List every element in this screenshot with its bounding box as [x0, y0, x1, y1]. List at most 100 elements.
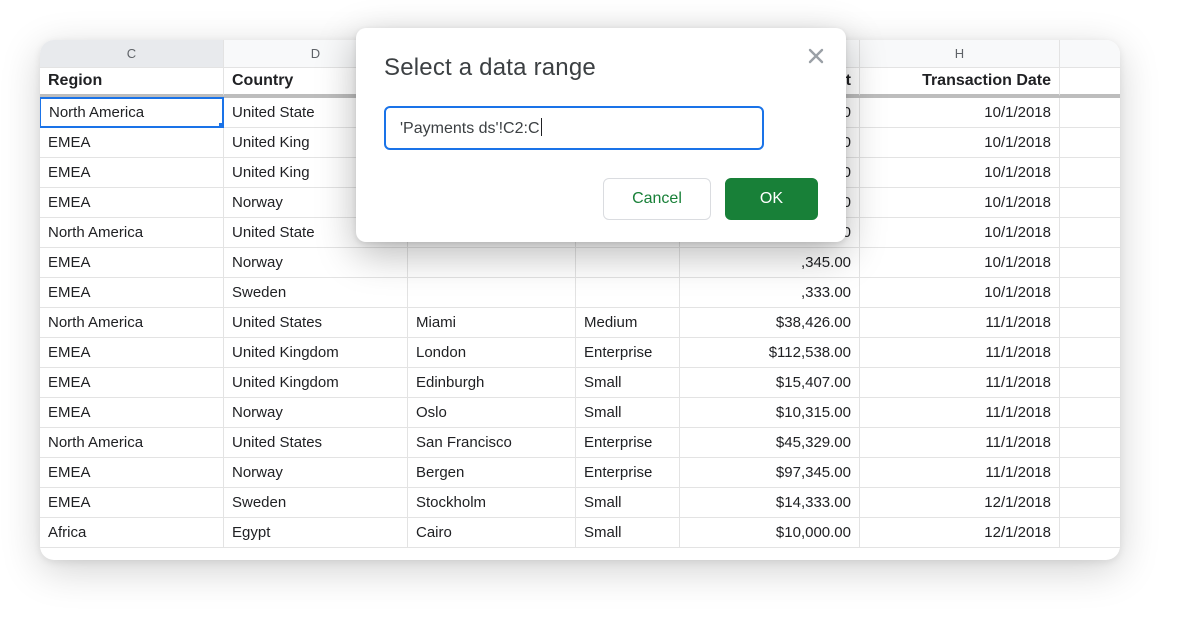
cell-tier[interactable]: Small — [576, 518, 680, 548]
cell-country[interactable]: United States — [224, 308, 408, 338]
cell-date[interactable]: 10/1/2018 — [860, 218, 1060, 248]
cell-city[interactable]: San Francisco — [408, 428, 576, 458]
cell-date[interactable]: 11/1/2018 — [860, 458, 1060, 488]
cell-tail — [1060, 338, 1120, 368]
table-row: EMEA Norway Oslo Small $10,315.00 11/1/2… — [40, 398, 1120, 428]
cell-date[interactable]: 12/1/2018 — [860, 518, 1060, 548]
cell-tail — [1060, 308, 1120, 338]
cell-amount[interactable]: $10,315.00 — [680, 398, 860, 428]
cell-amount[interactable]: ,333.00 — [680, 278, 860, 308]
ok-button[interactable]: OK — [725, 178, 818, 220]
column-header-tail — [1060, 40, 1120, 67]
cell-date[interactable]: 11/1/2018 — [860, 338, 1060, 368]
cell-tail — [1060, 368, 1120, 398]
table-row: EMEA Norway Bergen Enterprise $97,345.00… — [40, 458, 1120, 488]
cell-region[interactable]: EMEA — [40, 278, 224, 308]
cell-tail — [1060, 398, 1120, 428]
cell-tier[interactable]: Small — [576, 398, 680, 428]
cell-tier[interactable] — [576, 278, 680, 308]
cell-city[interactable]: Miami — [408, 308, 576, 338]
cell-region[interactable]: North America — [40, 428, 224, 458]
cell-tail — [1060, 158, 1120, 188]
cell-country[interactable]: Egypt — [224, 518, 408, 548]
cell-date[interactable]: 11/1/2018 — [860, 398, 1060, 428]
select-data-range-dialog: Select a data range 'Payments ds'!C2:C C… — [356, 28, 846, 242]
header-transaction-date[interactable]: Transaction Date — [860, 68, 1060, 96]
column-header-c[interactable]: C — [40, 40, 224, 67]
cell-country[interactable]: United Kingdom — [224, 338, 408, 368]
cell-region[interactable]: EMEA — [40, 368, 224, 398]
cell-country[interactable]: Norway — [224, 458, 408, 488]
cell-region[interactable]: EMEA — [40, 128, 224, 158]
cell-city[interactable]: London — [408, 338, 576, 368]
table-row: North America United States Miami Medium… — [40, 308, 1120, 338]
cell-region[interactable]: EMEA — [40, 248, 224, 278]
dialog-actions: Cancel OK — [384, 178, 818, 220]
data-range-input[interactable]: 'Payments ds'!C2:C — [384, 106, 764, 150]
cell-region[interactable]: EMEA — [40, 338, 224, 368]
text-caret — [541, 118, 542, 136]
cell-amount[interactable]: $10,000.00 — [680, 518, 860, 548]
cell-tier[interactable]: Enterprise — [576, 458, 680, 488]
cell-tail — [1060, 98, 1120, 128]
cell-region[interactable]: EMEA — [40, 188, 224, 218]
cell-city[interactable]: Edinburgh — [408, 368, 576, 398]
cell-tail — [1060, 128, 1120, 158]
table-row: EMEA Sweden ,333.00 10/1/2018 — [40, 278, 1120, 308]
cell-tier[interactable]: Enterprise — [576, 338, 680, 368]
cell-tail — [1060, 488, 1120, 518]
cell-date[interactable]: 11/1/2018 — [860, 368, 1060, 398]
cell-date[interactable]: 10/1/2018 — [860, 248, 1060, 278]
cell-city[interactable]: Bergen — [408, 458, 576, 488]
cell-date[interactable]: 11/1/2018 — [860, 308, 1060, 338]
cell-date[interactable]: 10/1/2018 — [860, 188, 1060, 218]
cancel-button[interactable]: Cancel — [603, 178, 711, 220]
cell-amount[interactable]: $14,333.00 — [680, 488, 860, 518]
close-icon[interactable] — [802, 42, 830, 70]
cell-country[interactable]: Sweden — [224, 488, 408, 518]
cell-region[interactable]: North America — [40, 97, 224, 128]
cell-tier[interactable]: Small — [576, 368, 680, 398]
cell-city[interactable]: Oslo — [408, 398, 576, 428]
x-icon — [808, 48, 824, 64]
cell-country[interactable]: Norway — [224, 398, 408, 428]
cell-date[interactable]: 12/1/2018 — [860, 488, 1060, 518]
cell-country[interactable]: United Kingdom — [224, 368, 408, 398]
cell-date[interactable]: 10/1/2018 — [860, 98, 1060, 128]
cell-city[interactable] — [408, 248, 576, 278]
cell-tier[interactable] — [576, 248, 680, 278]
cell-date[interactable]: 11/1/2018 — [860, 428, 1060, 458]
cell-country[interactable]: Sweden — [224, 278, 408, 308]
cell-tier[interactable]: Medium — [576, 308, 680, 338]
cell-region[interactable]: Africa — [40, 518, 224, 548]
cell-city[interactable]: Stockholm — [408, 488, 576, 518]
cell-amount[interactable]: $97,345.00 — [680, 458, 860, 488]
cell-region[interactable]: EMEA — [40, 488, 224, 518]
table-row: North America United States San Francisc… — [40, 428, 1120, 458]
cell-amount[interactable]: $45,329.00 — [680, 428, 860, 458]
header-region[interactable]: Region — [40, 68, 224, 96]
cell-amount[interactable]: $15,407.00 — [680, 368, 860, 398]
cell-region[interactable]: North America — [40, 308, 224, 338]
cell-tail — [1060, 248, 1120, 278]
cell-city[interactable]: Cairo — [408, 518, 576, 548]
cell-country[interactable]: United States — [224, 428, 408, 458]
column-header-h[interactable]: H — [860, 40, 1060, 67]
cell-amount[interactable]: ,345.00 — [680, 248, 860, 278]
cell-amount[interactable]: $38,426.00 — [680, 308, 860, 338]
dialog-title: Select a data range — [384, 54, 818, 82]
cell-country[interactable]: Norway — [224, 248, 408, 278]
cell-region[interactable]: EMEA — [40, 458, 224, 488]
cell-tier[interactable]: Enterprise — [576, 428, 680, 458]
cell-tier[interactable]: Small — [576, 488, 680, 518]
cell-amount[interactable]: $112,538.00 — [680, 338, 860, 368]
cell-date[interactable]: 10/1/2018 — [860, 158, 1060, 188]
cell-date[interactable]: 10/1/2018 — [860, 278, 1060, 308]
cell-region[interactable]: EMEA — [40, 398, 224, 428]
cell-tail — [1060, 428, 1120, 458]
cell-region[interactable]: EMEA — [40, 158, 224, 188]
cell-region[interactable]: North America — [40, 218, 224, 248]
cell-date[interactable]: 10/1/2018 — [860, 128, 1060, 158]
header-tail — [1060, 68, 1120, 96]
cell-city[interactable] — [408, 278, 576, 308]
